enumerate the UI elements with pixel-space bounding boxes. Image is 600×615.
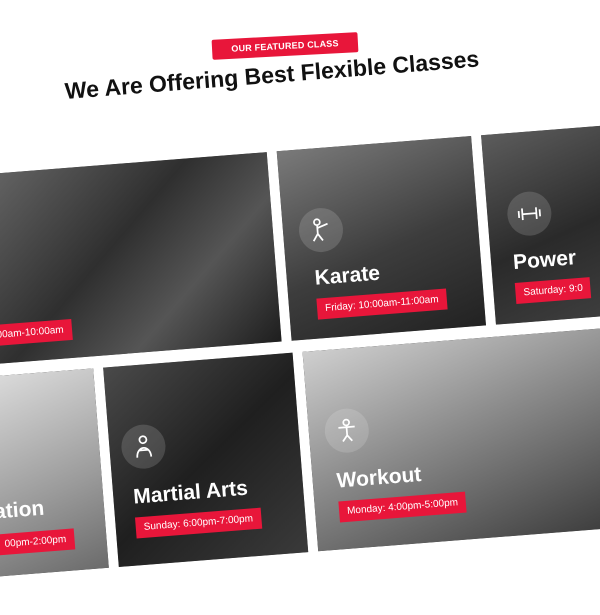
- class-title: Karate: [313, 261, 381, 290]
- class-title: ation: [0, 496, 46, 524]
- class-card-workout[interactable]: Workout Monday: 4:00pm-5:00pm: [302, 328, 600, 552]
- class-card-power[interactable]: Power Saturday: 9:0: [481, 119, 600, 325]
- class-title: Power: [512, 246, 577, 275]
- class-card-meditation[interactable]: ation 00pm-2:00pm: [0, 368, 109, 577]
- class-card-yoga[interactable]: 9:00am-10:00am: [0, 152, 282, 366]
- class-card-karate[interactable]: Karate Friday: 10:00am-11:00am: [276, 136, 486, 341]
- classes-grid: 9:00am-10:00am Karate Friday: 10:00am-11…: [0, 25, 600, 614]
- class-card-martial-arts[interactable]: Martial Arts Sunday: 6:00pm-7:00pm: [103, 352, 309, 567]
